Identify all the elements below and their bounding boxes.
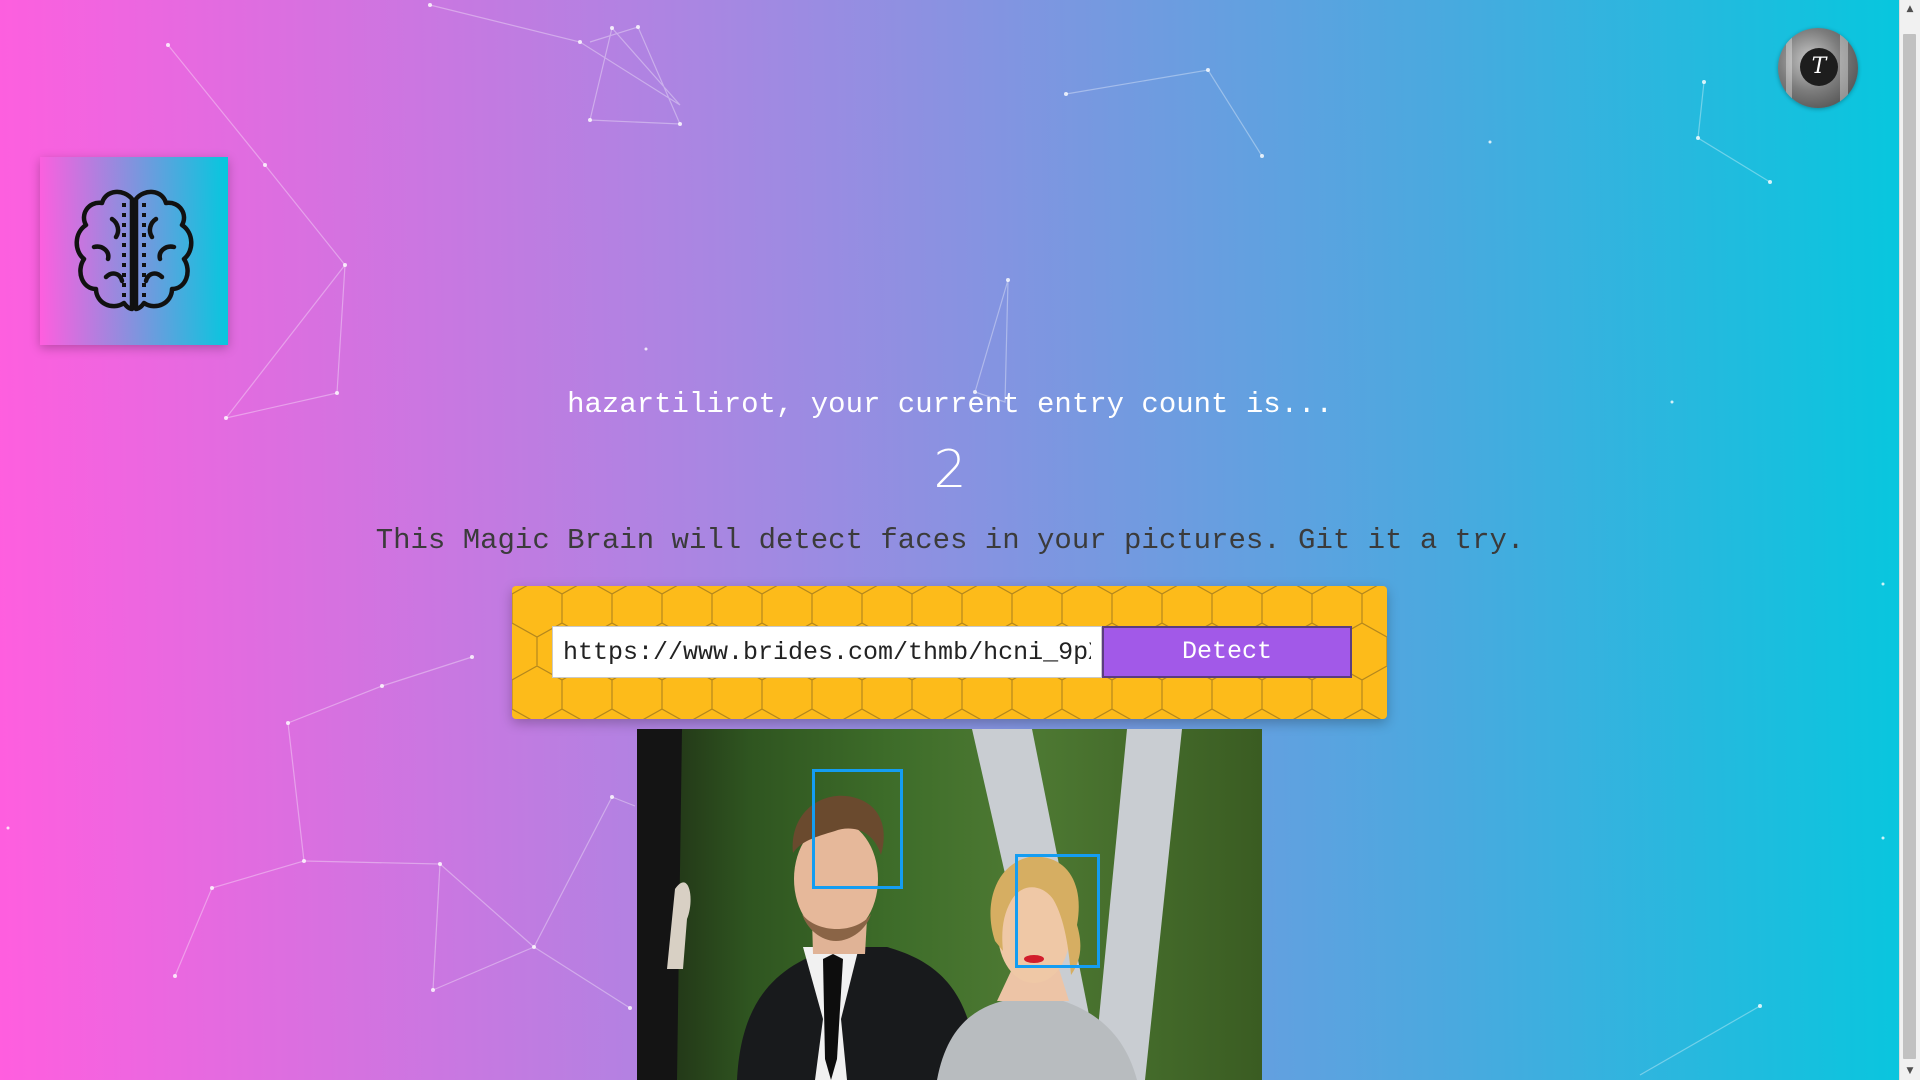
scroll-up-icon[interactable]: ▲ xyxy=(1900,0,1920,18)
entry-count: 2 xyxy=(933,440,967,500)
face-box-2 xyxy=(1015,854,1100,968)
tagline: This Magic Brain will detect faces in yo… xyxy=(375,524,1525,557)
avatar[interactable]: T xyxy=(1778,28,1858,108)
entry-greeting: hazartilirot, your current entry count i… xyxy=(0,388,1900,421)
brain-icon xyxy=(74,189,194,312)
avatar-initial: T xyxy=(1800,48,1838,86)
logo-card xyxy=(40,157,228,345)
face-box-1 xyxy=(812,769,903,889)
image-url-input[interactable] xyxy=(552,626,1102,678)
image-url-form: Detect xyxy=(512,586,1387,719)
photo-content xyxy=(637,729,1182,1080)
username: hazartilirot xyxy=(567,388,776,421)
detect-button[interactable]: Detect xyxy=(1102,626,1352,678)
scroll-down-icon[interactable]: ▼ xyxy=(1900,1062,1920,1080)
detected-image xyxy=(637,729,1262,1080)
greeting-text: , your current entry count is... xyxy=(775,388,1333,421)
vertical-scrollbar[interactable]: ▲ ▼ xyxy=(1899,0,1920,1080)
scroll-thumb[interactable] xyxy=(1903,34,1916,1059)
